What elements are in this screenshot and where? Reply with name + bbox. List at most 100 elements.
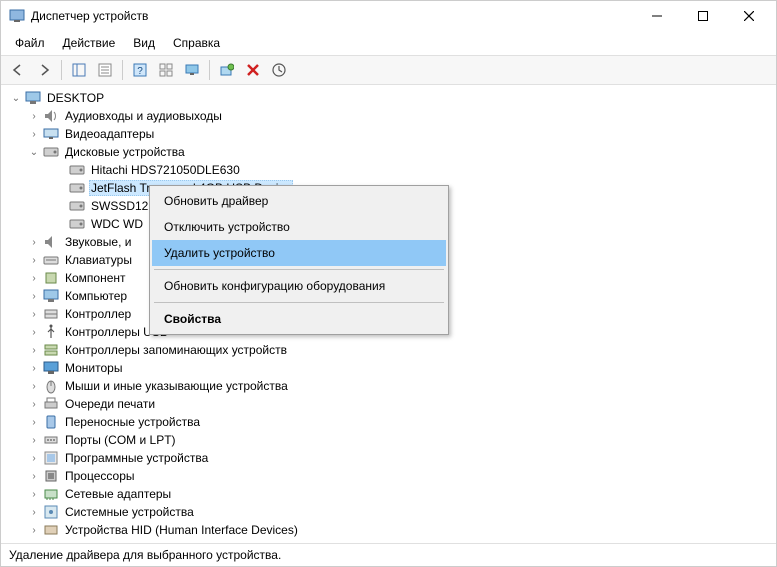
menu-file[interactable]: Файл: [7, 33, 53, 53]
back-button[interactable]: [7, 59, 29, 81]
printer-icon: [43, 396, 59, 412]
cpu-icon: [43, 468, 59, 484]
context-menu-update-driver[interactable]: Обновить драйвер: [152, 188, 446, 214]
tree-category-mice[interactable]: › Мыши и иные указывающие устройства: [3, 377, 774, 395]
expand-icon[interactable]: ›: [27, 307, 41, 321]
tree-category-audio-io[interactable]: › Аудиовходы и аудиовыходы: [3, 107, 774, 125]
expand-icon[interactable]: ›: [27, 361, 41, 375]
software-device-icon: [43, 450, 59, 466]
window-controls: [634, 1, 772, 31]
tree-category-portable[interactable]: › Переносные устройства: [3, 413, 774, 431]
tree-category-video[interactable]: › Видеоадаптеры: [3, 125, 774, 143]
portable-device-icon: [43, 414, 59, 430]
menu-help[interactable]: Справка: [165, 33, 228, 53]
app-icon: [9, 8, 25, 24]
forward-button[interactable]: [33, 59, 55, 81]
monitor-icon: [43, 360, 59, 376]
collapse-icon[interactable]: ⌄: [9, 91, 23, 105]
tree-category-network[interactable]: › Сетевые адаптеры: [3, 485, 774, 503]
tree-category-hid[interactable]: › Устройства HID (Human Interface Device…: [3, 521, 774, 539]
expand-icon[interactable]: ›: [27, 235, 41, 249]
context-menu-scan-hardware[interactable]: Обновить конфигурацию оборудования: [152, 273, 446, 299]
maximize-button[interactable]: [680, 1, 726, 31]
expand-icon[interactable]: ›: [27, 469, 41, 483]
tree-root[interactable]: ⌄ DESKTOP: [3, 89, 774, 107]
toolbar-separator: [61, 60, 62, 80]
titlebar: Диспетчер устройств: [1, 1, 776, 31]
expand-icon[interactable]: ›: [27, 451, 41, 465]
properties-button[interactable]: [94, 59, 116, 81]
statusbar-text: Удаление драйвера для выбранного устройс…: [9, 548, 281, 562]
disk-drive-icon: [43, 144, 59, 160]
statusbar: Удаление драйвера для выбранного устройс…: [1, 543, 776, 566]
disk-icon: [69, 198, 85, 214]
computer-icon: [25, 90, 41, 106]
expand-icon[interactable]: ›: [27, 505, 41, 519]
network-adapter-icon: [43, 486, 59, 502]
context-menu-properties[interactable]: Свойства: [152, 306, 446, 332]
storage-controller-icon: [43, 342, 59, 358]
context-menu-separator: [154, 269, 444, 270]
toolbar-separator: [122, 60, 123, 80]
tree-device-disk[interactable]: Hitachi HDS721050DLE630: [3, 161, 774, 179]
usb-icon: [43, 324, 59, 340]
component-icon: [43, 270, 59, 286]
toolbar-separator: [209, 60, 210, 80]
port-icon: [43, 432, 59, 448]
expand-icon[interactable]: ›: [27, 523, 41, 537]
expand-icon[interactable]: ›: [27, 127, 41, 141]
tree-category-storage-controllers[interactable]: › Контроллеры запоминающих устройств: [3, 341, 774, 359]
disk-icon: [69, 180, 85, 196]
expand-icon[interactable]: ›: [27, 433, 41, 447]
tree-category-system[interactable]: › Системные устройства: [3, 503, 774, 521]
close-button[interactable]: [726, 1, 772, 31]
device-tree[interactable]: ⌄ DESKTOP › Аудиовходы и аудиовыходы › В…: [1, 85, 776, 543]
controller-icon: [43, 306, 59, 322]
sound-icon: [43, 234, 59, 250]
tree-category-disks[interactable]: ⌄ Дисковые устройства: [3, 143, 774, 161]
tree-category-software-devices[interactable]: › Программные устройства: [3, 449, 774, 467]
uninstall-device-button[interactable]: [242, 59, 264, 81]
minimize-button[interactable]: [634, 1, 680, 31]
keyboard-icon: [43, 252, 59, 268]
tree-category-print-queues[interactable]: › Очереди печати: [3, 395, 774, 413]
expand-icon[interactable]: ›: [27, 343, 41, 357]
hid-icon: [43, 522, 59, 538]
scan-hardware-button[interactable]: [216, 59, 238, 81]
display-adapter-icon: [43, 126, 59, 142]
collapse-icon[interactable]: ⌄: [27, 145, 41, 159]
update-driver-button[interactable]: [268, 59, 290, 81]
audio-io-icon: [43, 108, 59, 124]
toolbar: ?: [1, 56, 776, 85]
window-title: Диспетчер устройств: [31, 9, 148, 23]
context-menu: Обновить драйвер Отключить устройство Уд…: [149, 185, 449, 335]
expand-icon[interactable]: ›: [27, 487, 41, 501]
expand-icon[interactable]: ›: [27, 289, 41, 303]
monitor-button[interactable]: [181, 59, 203, 81]
expand-icon[interactable]: ›: [27, 397, 41, 411]
expand-icon[interactable]: ›: [27, 325, 41, 339]
system-device-icon: [43, 504, 59, 520]
context-menu-disable-device[interactable]: Отключить устройство: [152, 214, 446, 240]
menubar: Файл Действие Вид Справка: [1, 31, 776, 56]
menu-action[interactable]: Действие: [55, 33, 124, 53]
tree-category-monitors[interactable]: › Мониторы: [3, 359, 774, 377]
expand-icon[interactable]: ›: [27, 109, 41, 123]
expand-icon[interactable]: ›: [27, 379, 41, 393]
grid-view-button[interactable]: [155, 59, 177, 81]
tree-category-processors[interactable]: › Процессоры: [3, 467, 774, 485]
mouse-icon: [43, 378, 59, 394]
context-menu-uninstall-device[interactable]: Удалить устройство: [152, 240, 446, 266]
show-hide-tree-button[interactable]: [68, 59, 90, 81]
expand-icon[interactable]: ›: [27, 415, 41, 429]
svg-text:?: ?: [137, 66, 143, 77]
tree-category-ports[interactable]: › Порты (COM и LPT): [3, 431, 774, 449]
context-menu-separator: [154, 302, 444, 303]
disk-icon: [69, 162, 85, 178]
computer-icon: [43, 288, 59, 304]
menu-view[interactable]: Вид: [125, 33, 163, 53]
disk-icon: [69, 216, 85, 232]
help-button[interactable]: ?: [129, 59, 151, 81]
expand-icon[interactable]: ›: [27, 271, 41, 285]
expand-icon[interactable]: ›: [27, 253, 41, 267]
